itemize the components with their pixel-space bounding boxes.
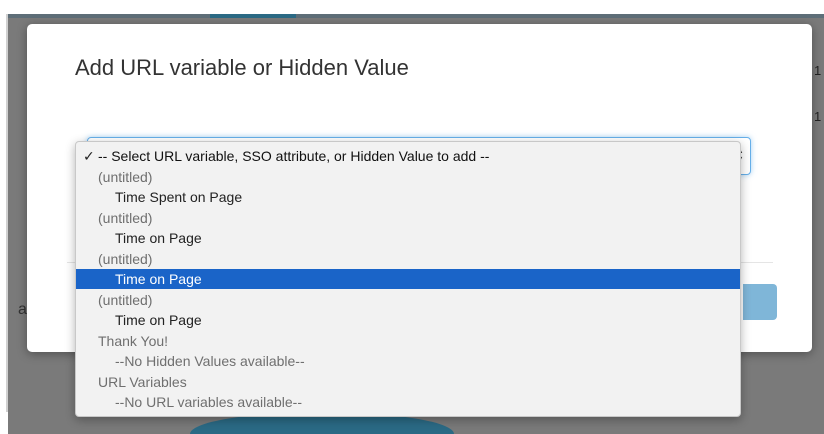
dropdown-group-header: Thank You! bbox=[76, 331, 740, 351]
background-cell-value: 1 bbox=[814, 63, 822, 78]
dropdown-group-header: (untitled) bbox=[76, 167, 740, 187]
add-button[interactable] bbox=[743, 284, 777, 320]
group-label: (untitled) bbox=[98, 250, 153, 267]
dropdown-group-header: (untitled) bbox=[76, 290, 740, 310]
group-label: Thank You! bbox=[98, 332, 169, 349]
dropdown-option[interactable]: Time Spent on Page bbox=[76, 187, 740, 207]
option-label: --No URL variables available-- bbox=[115, 394, 302, 410]
option-label: -- Select URL variable, SSO attribute, o… bbox=[98, 148, 490, 164]
option-label: --No Hidden Values available-- bbox=[115, 353, 305, 369]
option-label: Time on Page bbox=[115, 230, 202, 246]
group-label: (untitled) bbox=[98, 168, 153, 185]
option-label: Time Spent on Page bbox=[115, 189, 243, 205]
background-active-tab bbox=[210, 14, 296, 18]
dropdown-option-highlighted[interactable]: Time on Page bbox=[76, 269, 740, 289]
background-cell-value: 1 bbox=[814, 109, 822, 124]
group-label: (untitled) bbox=[98, 209, 153, 226]
dialog-title: Add URL variable or Hidden Value bbox=[75, 55, 409, 80]
dropdown-option-disabled: --No Hidden Values available-- bbox=[76, 351, 740, 371]
option-label: Time on Page bbox=[115, 271, 202, 287]
dropdown-group-header: (untitled) bbox=[76, 249, 740, 269]
dropdown-group-header: URL Variables bbox=[76, 372, 740, 392]
variable-select-dropdown[interactable]: ✓ -- Select URL variable, SSO attribute,… bbox=[75, 141, 741, 417]
background-top-strip bbox=[8, 14, 824, 18]
dropdown-option-disabled: --No URL variables available-- bbox=[76, 392, 740, 412]
dropdown-group-header: (untitled) bbox=[76, 208, 740, 228]
dropdown-option[interactable]: Time on Page bbox=[76, 310, 740, 330]
group-label: (untitled) bbox=[98, 291, 153, 308]
background-text-fragment: a bbox=[18, 301, 27, 318]
option-label: Time on Page bbox=[115, 312, 202, 328]
dropdown-option[interactable]: Time on Page bbox=[76, 228, 740, 248]
group-label: URL Variables bbox=[98, 373, 187, 390]
dropdown-option-placeholder[interactable]: ✓ -- Select URL variable, SSO attribute,… bbox=[76, 146, 740, 166]
checkmark-icon: ✓ bbox=[83, 148, 95, 164]
